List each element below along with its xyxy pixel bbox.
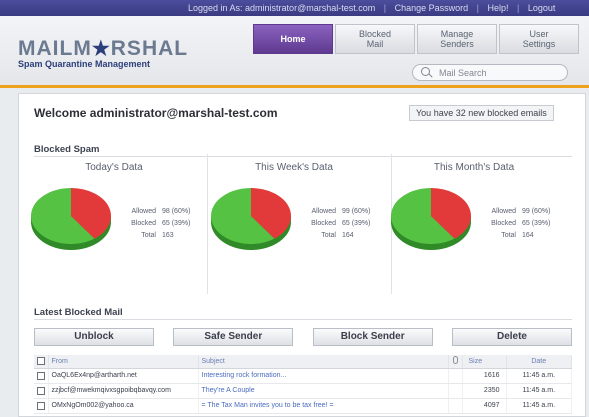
attachment-cell bbox=[448, 398, 463, 414]
blocked-value: 65 (39%) bbox=[342, 220, 371, 227]
table-row[interactable]: OaQL6Ex4np@artharth.net Interesting rock… bbox=[34, 368, 572, 384]
pie-chart bbox=[31, 188, 112, 250]
block-sender-button[interactable]: Block Sender bbox=[312, 328, 433, 346]
latest-blocked-title: Latest Blocked Mail bbox=[34, 307, 123, 318]
chart-title: This Week's Data bbox=[255, 162, 333, 173]
top-bar: Logged in As: administrator@marshal-test… bbox=[0, 0, 589, 16]
size-cell: 2350 bbox=[462, 383, 507, 399]
separator: | bbox=[383, 3, 387, 13]
chart-legend: Allowed 99 (60%) Blocked 65 (39%) Total 164 bbox=[484, 206, 550, 242]
search-icon bbox=[421, 67, 430, 76]
blocked-mail-table: From Subject Size Date OaQL6Ex4np@arthar… bbox=[34, 355, 572, 414]
blocked-value: 65 (39%) bbox=[522, 220, 551, 227]
row-checkbox[interactable] bbox=[36, 371, 45, 380]
tab-manage-senders[interactable]: Manage Senders bbox=[417, 24, 497, 54]
tab-blocked-mail[interactable]: Blocked Mail bbox=[335, 24, 415, 54]
size-cell: 4097 bbox=[462, 398, 507, 414]
allowed-value: 98 (60%) bbox=[162, 208, 191, 215]
welcome-heading: Welcome administrator@marshal-test.com bbox=[34, 106, 278, 120]
chart-legend: Allowed 98 (60%) Blocked 65 (39%) Total 163 bbox=[124, 206, 190, 242]
attachment-cell bbox=[448, 383, 463, 399]
change-password-link[interactable]: Change Password bbox=[395, 3, 469, 13]
table-row[interactable]: OMxNgOm002@yahoo.ca = The Tax Man invite… bbox=[34, 398, 572, 414]
subject-link[interactable]: = The Tax Man invites you to be tax free… bbox=[198, 398, 449, 414]
chart-title: This Month's Data bbox=[433, 162, 515, 173]
from-cell: OaQL6Ex4np@artharth.net bbox=[48, 368, 199, 384]
subject-header[interactable]: Subject bbox=[198, 355, 449, 369]
chart-title: Today's Data bbox=[85, 162, 143, 173]
pie-chart bbox=[391, 188, 471, 250]
divider bbox=[34, 319, 572, 320]
help-link[interactable]: Help! bbox=[488, 3, 509, 13]
separator: | bbox=[476, 3, 479, 13]
tab-home[interactable]: Home bbox=[253, 24, 333, 54]
date-cell: 11:45 a.m. bbox=[506, 383, 572, 399]
table-header-row: From Subject Size Date bbox=[34, 355, 572, 369]
unblock-button[interactable]: Unblock bbox=[34, 328, 154, 346]
date-cell: 11:45 a.m. bbox=[506, 368, 572, 384]
allowed-value: 99 (60%) bbox=[342, 208, 371, 215]
new-blocked-badge[interactable]: You have 32 new blocked emails bbox=[409, 105, 554, 121]
allowed-value: 99 (60%) bbox=[522, 208, 551, 215]
date-cell: 11:45 a.m. bbox=[506, 398, 572, 414]
from-header[interactable]: From bbox=[48, 355, 199, 369]
select-all-cell bbox=[34, 355, 49, 369]
total-value: 164 bbox=[342, 232, 354, 239]
logo-wordmark: MAILM★RSHAL bbox=[18, 37, 189, 60]
attachment-cell bbox=[448, 368, 463, 384]
logo: MAILM★RSHAL Spam Quarantine Management bbox=[18, 36, 188, 69]
safe-sender-button[interactable]: Safe Sender bbox=[173, 328, 294, 346]
chart-legend: Allowed 99 (60%) Blocked 65 (39%) Total 164 bbox=[304, 206, 370, 242]
blocked-value: 65 (39%) bbox=[162, 220, 191, 227]
pie-chart bbox=[211, 188, 291, 250]
size-header[interactable]: Size bbox=[462, 355, 507, 369]
logout-link[interactable]: Logout bbox=[528, 3, 556, 13]
logged-in-text: Logged in As: administrator@marshal-test… bbox=[188, 3, 376, 13]
header: MAILM★RSHAL Spam Quarantine Management H… bbox=[0, 16, 589, 88]
nav-tabs: Home Blocked Mail Manage Senders User Se… bbox=[253, 24, 581, 54]
attachment-header[interactable] bbox=[448, 355, 463, 369]
main-panel: Welcome administrator@marshal-test.com Y… bbox=[18, 93, 586, 417]
subject-link[interactable]: They're A Couple bbox=[198, 383, 449, 399]
search-input[interactable]: Mail Search bbox=[412, 64, 568, 81]
delete-button[interactable]: Delete bbox=[451, 328, 572, 346]
action-bar: Unblock Safe Sender Block Sender Delete bbox=[34, 328, 572, 346]
total-value: 164 bbox=[522, 232, 534, 239]
chart-today: Today's Data Allowed 98 (60%) Blocked 65 (… bbox=[24, 154, 204, 294]
date-header[interactable]: Date bbox=[506, 355, 572, 369]
chart-week: This Week's Data Allowed 99 (60%) Blocked… bbox=[204, 154, 384, 294]
total-value: 163 bbox=[162, 232, 174, 239]
chart-month: This Month's Data Allowed 99 (60%) Blocke… bbox=[384, 154, 564, 294]
row-checkbox[interactable] bbox=[36, 401, 45, 410]
separator: | bbox=[517, 3, 520, 13]
from-cell: zzjbcf@mwekmqivxsgpoibqbavqy.com bbox=[48, 383, 199, 399]
select-all-checkbox[interactable] bbox=[36, 357, 45, 366]
size-cell: 1616 bbox=[462, 368, 507, 384]
tab-user-settings[interactable]: User Settings bbox=[499, 24, 579, 54]
from-cell: OMxNgOm002@yahoo.ca bbox=[48, 398, 199, 414]
table-row[interactable]: zzjbcf@mwekmqivxsgpoibqbavqy.com They're… bbox=[34, 383, 572, 399]
search-placeholder: Mail Search bbox=[439, 68, 487, 78]
paperclip-icon bbox=[452, 356, 458, 365]
row-checkbox[interactable] bbox=[36, 386, 45, 395]
subject-link[interactable]: Interesting rock formation... bbox=[198, 368, 449, 384]
